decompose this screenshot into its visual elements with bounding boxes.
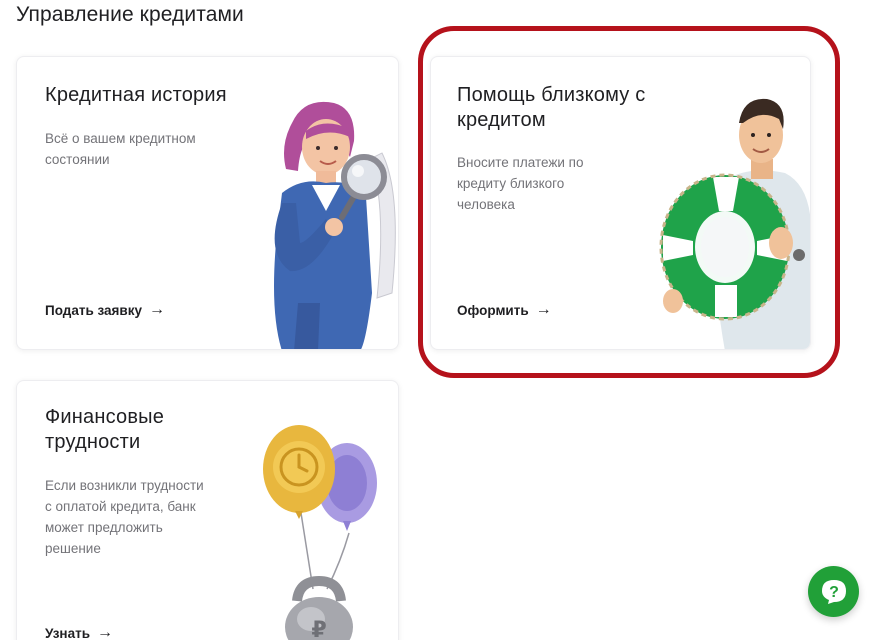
arrow-right-icon: →: [149, 301, 165, 318]
card-description: Всё о вашем кредитном состоянии: [45, 131, 196, 167]
card-title: Помощь близкому с кредитом: [457, 84, 646, 131]
learn-link[interactable]: Узнать →: [45, 625, 113, 640]
svg-text:?: ?: [829, 584, 839, 601]
card-credit-history[interactable]: Кредитная история Всё о вашем кредитном …: [16, 56, 399, 350]
card-title: Кредитная история: [45, 84, 227, 106]
help-chat-button[interactable]: ?: [808, 566, 859, 617]
card-title: Финансовые трудности: [45, 406, 165, 453]
man-with-lifebuoy-illustration: [659, 98, 810, 349]
apply-link[interactable]: Подать заявку →: [45, 302, 165, 318]
card-description: Если возникли трудности с оплатой кредит…: [45, 478, 204, 556]
balloons-with-kettlebell-illustration: ₽: [263, 425, 377, 640]
card-help-loved-one[interactable]: Помощь близкому с кредитом Вносите плате…: [430, 56, 811, 350]
apply-link[interactable]: Оформить →: [457, 302, 552, 318]
section-title: Управление кредитами: [16, 3, 244, 26]
arrow-right-icon: →: [535, 301, 552, 318]
arrow-right-icon: →: [97, 624, 114, 640]
card-description: Вносите платежи по кредиту близкого чело…: [457, 155, 584, 212]
woman-with-magnifier-illustration: [274, 101, 396, 349]
card-financial-difficulties[interactable]: Финансовые трудности Если возникли трудн…: [16, 380, 399, 640]
svg-text:₽: ₽: [311, 618, 326, 640]
question-icon: ?: [821, 579, 846, 604]
